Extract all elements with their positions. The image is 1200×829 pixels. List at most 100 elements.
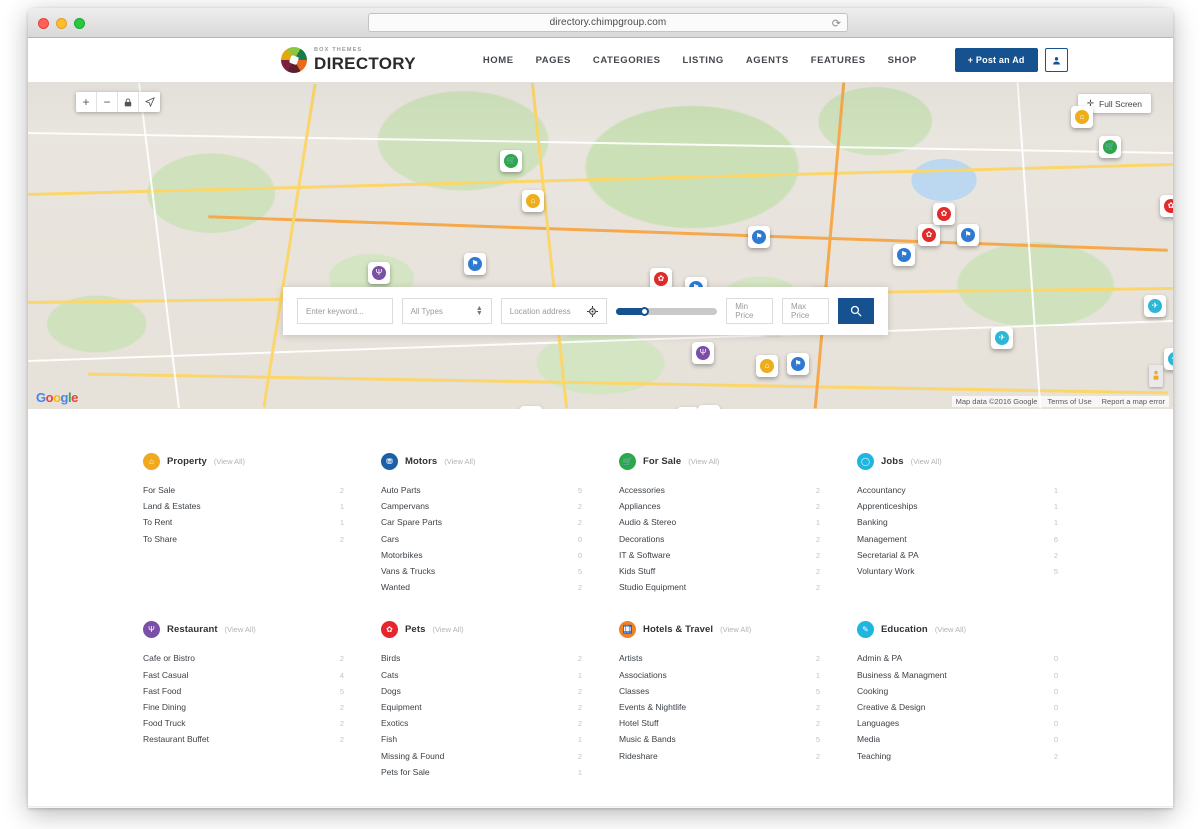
map-marker[interactable]: ⚑ [698,405,720,409]
map-marker[interactable]: ⚑ [787,353,809,378]
map-marker-pin[interactable]: ⌂ [1071,106,1093,128]
map-marker[interactable]: ✈ [1144,295,1166,320]
category-row[interactable]: IT & Software2 [619,547,820,563]
category-row[interactable]: For Sale2 [143,482,344,498]
category-row[interactable]: Cafe or Bistro2 [143,650,344,666]
reload-icon[interactable]: ⟳ [832,17,841,30]
maximize-window-button[interactable] [74,18,85,29]
map-marker[interactable]: ⚑ [464,253,486,278]
map-marker[interactable]: ✿ [520,406,542,409]
map-marker-pin[interactable]: 🛒 [500,150,522,172]
map-marker-pin[interactable]: ⌂ [756,355,778,377]
category-view-all-link[interactable]: (View All) [935,625,966,634]
nav-item-agents[interactable]: AGENTS [746,55,789,66]
category-header[interactable]: ⛃Motors(View All) [381,453,582,470]
category-row[interactable]: Voluntary Work5 [857,563,1058,579]
category-row[interactable]: Apprenticeships1 [857,498,1058,514]
map-marker-pin[interactable]: ⚑ [893,244,915,266]
category-header[interactable]: ✿Pets(View All) [381,621,582,638]
category-row[interactable]: Exotics2 [381,715,582,731]
map-zoom-controls[interactable]: + − [76,92,160,112]
category-row[interactable]: Artists2 [619,650,820,666]
map-marker-pin[interactable]: ✈ [991,327,1013,349]
category-row[interactable]: Accountancy1 [857,482,1058,498]
user-account-button[interactable] [1045,48,1068,72]
category-header[interactable]: 🛄Hotels & Travel(View All) [619,621,820,638]
category-row[interactable]: Fast Food5 [143,683,344,699]
price-range-slider[interactable] [616,308,717,315]
category-row[interactable]: Studio Equipment2 [619,579,820,595]
category-row[interactable]: Banking1 [857,514,1058,530]
category-row[interactable]: Equipment2 [381,699,582,715]
category-row[interactable]: To Rent1 [143,514,344,530]
map-marker-pin[interactable]: 🛒 [1099,136,1121,158]
category-view-all-link[interactable]: (View All) [214,457,245,466]
category-row[interactable]: Fine Dining2 [143,699,344,715]
category-row[interactable]: Decorations2 [619,531,820,547]
map-marker-pin[interactable]: ⚑ [698,405,720,409]
category-row[interactable]: Land & Estates1 [143,498,344,514]
category-header[interactable]: 🛒For Sale(View All) [619,453,820,470]
category-row[interactable]: Creative & Design0 [857,699,1058,715]
category-row[interactable]: Languages0 [857,715,1058,731]
category-row[interactable]: Motorbikes0 [381,547,582,563]
map-marker-pin[interactable]: Ψ [677,407,699,409]
slider-track[interactable] [616,308,717,315]
category-row[interactable]: Cats1 [381,667,582,683]
map-marker[interactable]: ✿ [1160,195,1173,220]
slider-handle[interactable] [640,307,649,316]
types-select[interactable]: All Types ▲▼ [402,298,492,324]
category-header[interactable]: ⌂Property(View All) [143,453,344,470]
map-marker[interactable]: ✈ [991,327,1013,352]
nav-item-pages[interactable]: PAGES [536,55,571,66]
category-row[interactable]: Teaching2 [857,747,1058,763]
category-view-all-link[interactable]: (View All) [444,457,475,466]
category-view-all-link[interactable]: (View All) [911,457,942,466]
category-row[interactable]: Hotel Stuff2 [619,715,820,731]
category-header[interactable]: ◯Jobs(View All) [857,453,1058,470]
site-logo[interactable]: BOX THEMES DIRECTORY [281,47,416,73]
map-lock-icon[interactable] [118,92,139,112]
category-row[interactable]: Fast Casual4 [143,667,344,683]
map-marker-pin[interactable]: Ψ [368,262,390,284]
map-marker-pin[interactable]: ⌂ [522,190,544,212]
map-marker-pin[interactable]: ✿ [520,406,542,409]
map-marker-pin[interactable]: ⚑ [464,253,486,275]
category-view-all-link[interactable]: (View All) [720,625,751,634]
category-row[interactable]: Media0 [857,731,1058,747]
map-marker[interactable]: ⌂ [756,355,778,380]
category-row[interactable]: Events & Nightlife2 [619,699,820,715]
category-view-all-link[interactable]: (View All) [432,625,463,634]
category-row[interactable]: Music & Bands5 [619,731,820,747]
crosshair-icon[interactable] [587,306,598,317]
post-an-ad-button[interactable]: + Post an Ad [955,48,1038,72]
category-row[interactable]: Cooking0 [857,683,1058,699]
category-row[interactable]: Associations1 [619,667,820,683]
nav-item-listing[interactable]: LISTING [683,55,724,66]
category-row[interactable]: Appliances2 [619,498,820,514]
category-row[interactable]: Kids Stuff2 [619,563,820,579]
category-header[interactable]: ✎Education(View All) [857,621,1058,638]
map-marker-pin[interactable]: ⚑ [957,224,979,246]
category-row[interactable]: Business & Managment0 [857,667,1058,683]
map-zoom-out-button[interactable]: − [97,92,118,112]
report-map-error-link[interactable]: Report a map error [1102,397,1165,406]
category-row[interactable]: Food Truck2 [143,715,344,731]
map-marker[interactable]: ✈ [1164,348,1173,373]
nav-item-shop[interactable]: SHOP [888,55,917,66]
category-row[interactable]: To Share2 [143,531,344,547]
map-marker[interactable]: 🛒 [1099,136,1121,161]
map-marker[interactable]: ⚑ [893,244,915,269]
category-view-all-link[interactable]: (View All) [225,625,256,634]
address-bar[interactable]: directory.chimpgroup.com ⟳ [368,13,848,32]
category-row[interactable]: Classes5 [619,683,820,699]
map-marker[interactable]: Ψ [677,407,699,409]
map-marker-pin[interactable]: ✈ [1164,348,1173,370]
category-row[interactable]: Management6 [857,531,1058,547]
map-pan-button[interactable] [139,92,160,112]
category-row[interactable]: Restaurant Buffet2 [143,731,344,747]
minimize-window-button[interactable] [56,18,67,29]
category-row[interactable]: Dogs2 [381,683,582,699]
map-zoom-in-button[interactable]: + [76,92,97,112]
map-marker-pin[interactable]: ✿ [1160,195,1173,217]
